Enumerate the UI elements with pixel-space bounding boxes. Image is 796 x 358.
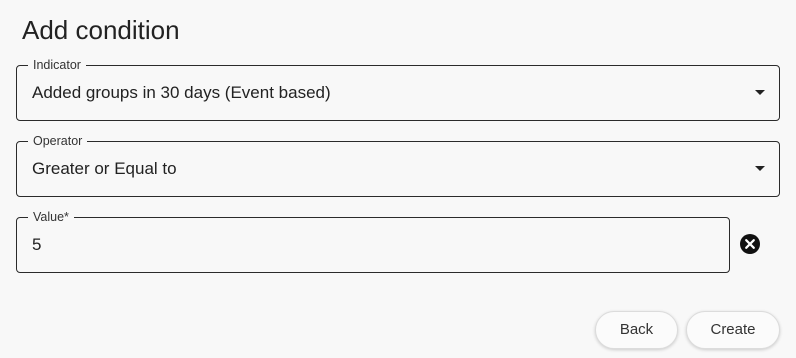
clear-circle-icon[interactable] bbox=[740, 234, 760, 254]
dialog-title: Add condition bbox=[22, 15, 180, 45]
indicator-label: Indicator bbox=[28, 58, 86, 72]
value-input[interactable] bbox=[32, 235, 632, 255]
create-button[interactable]: Create bbox=[686, 311, 780, 349]
caret-down-icon[interactable] bbox=[755, 166, 765, 171]
operator-select[interactable]: Operator Greater or Equal to bbox=[16, 134, 780, 197]
indicator-value: Added groups in 30 days (Event based) bbox=[32, 83, 331, 102]
operator-value: Greater or Equal to bbox=[32, 159, 177, 178]
caret-down-icon[interactable] bbox=[755, 90, 765, 95]
add-condition-dialog: Add condition Indicator Added groups in … bbox=[0, 0, 796, 358]
back-button[interactable]: Back bbox=[595, 311, 678, 349]
operator-label: Operator bbox=[28, 134, 88, 148]
value-field[interactable]: Value* bbox=[16, 210, 730, 273]
value-label: Value* bbox=[28, 210, 74, 224]
indicator-select[interactable]: Indicator Added groups in 30 days (Event… bbox=[16, 58, 780, 121]
